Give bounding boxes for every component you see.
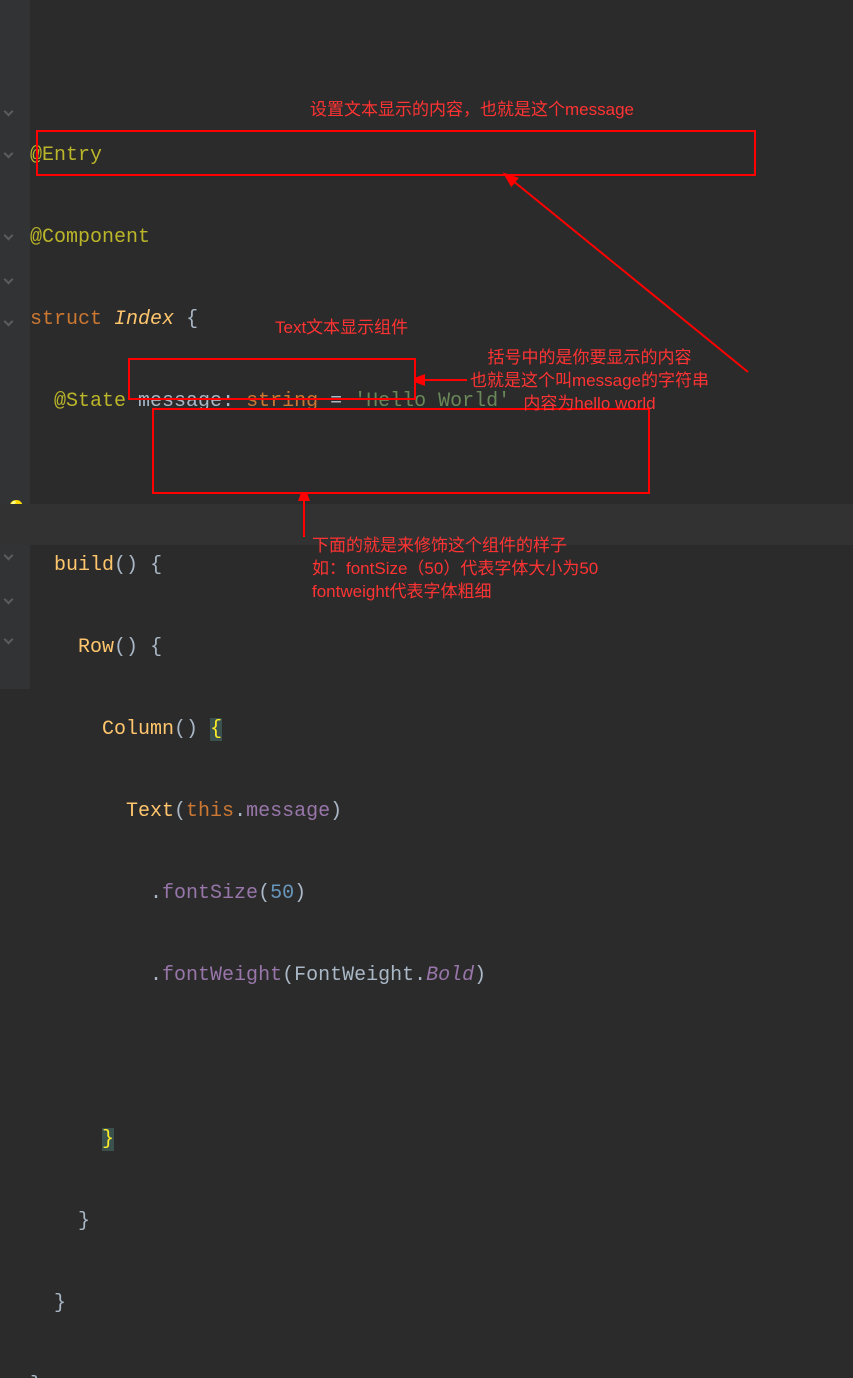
brace-close: }	[102, 1128, 114, 1151]
struct-name: Index	[114, 308, 174, 331]
annotation-text-4: 下面的就是来修饰这个组件的样子 如：fontSize（50）代表字体大小为50 …	[312, 534, 598, 603]
fold-icon[interactable]	[4, 317, 14, 327]
brace: {	[186, 308, 198, 331]
fold-icon[interactable]	[4, 107, 14, 117]
code-editor[interactable]: @Entry @Component struct Index { @State …	[30, 12, 853, 1378]
annotation-text-1: 设置文本显示的内容，也就是这个message	[310, 98, 634, 121]
decorator-state: @State	[54, 390, 126, 413]
fold-icon[interactable]	[4, 231, 14, 241]
method-fontweight: fontWeight	[162, 964, 282, 987]
fold-icon[interactable]	[4, 635, 14, 645]
annotation-text-3: 括号中的是你要显示的内容 也就是这个叫message的字符串 内容为hello …	[470, 346, 709, 415]
enum-bold: Bold	[426, 964, 474, 987]
fn-column: Column	[102, 718, 174, 741]
decorator-component: @Component	[30, 226, 150, 249]
brace-close: }	[78, 1210, 90, 1233]
keyword-struct: struct	[30, 308, 102, 331]
enum-fontweight: FontWeight	[294, 964, 414, 987]
annotation-box-text	[128, 358, 416, 400]
fn-text: Text	[126, 800, 174, 823]
kw-this: this	[186, 800, 234, 823]
fn-row: Row	[78, 636, 114, 659]
num-50: 50	[270, 882, 294, 905]
fold-icon[interactable]	[4, 595, 14, 605]
brace-close: }	[54, 1292, 66, 1315]
editor-gutter: 💡	[0, 0, 30, 689]
prop-message: message	[246, 800, 330, 823]
method-fontsize: fontSize	[162, 882, 258, 905]
annotation-box-state	[36, 130, 756, 176]
fold-icon[interactable]	[4, 551, 14, 561]
fn-build: build	[54, 554, 114, 577]
fold-icon[interactable]	[4, 275, 14, 285]
brace-close: }	[30, 1374, 42, 1378]
annotation-text-2: Text文本显示组件	[275, 316, 408, 339]
fold-icon[interactable]	[4, 149, 14, 159]
annotation-box-modifiers	[152, 408, 650, 494]
